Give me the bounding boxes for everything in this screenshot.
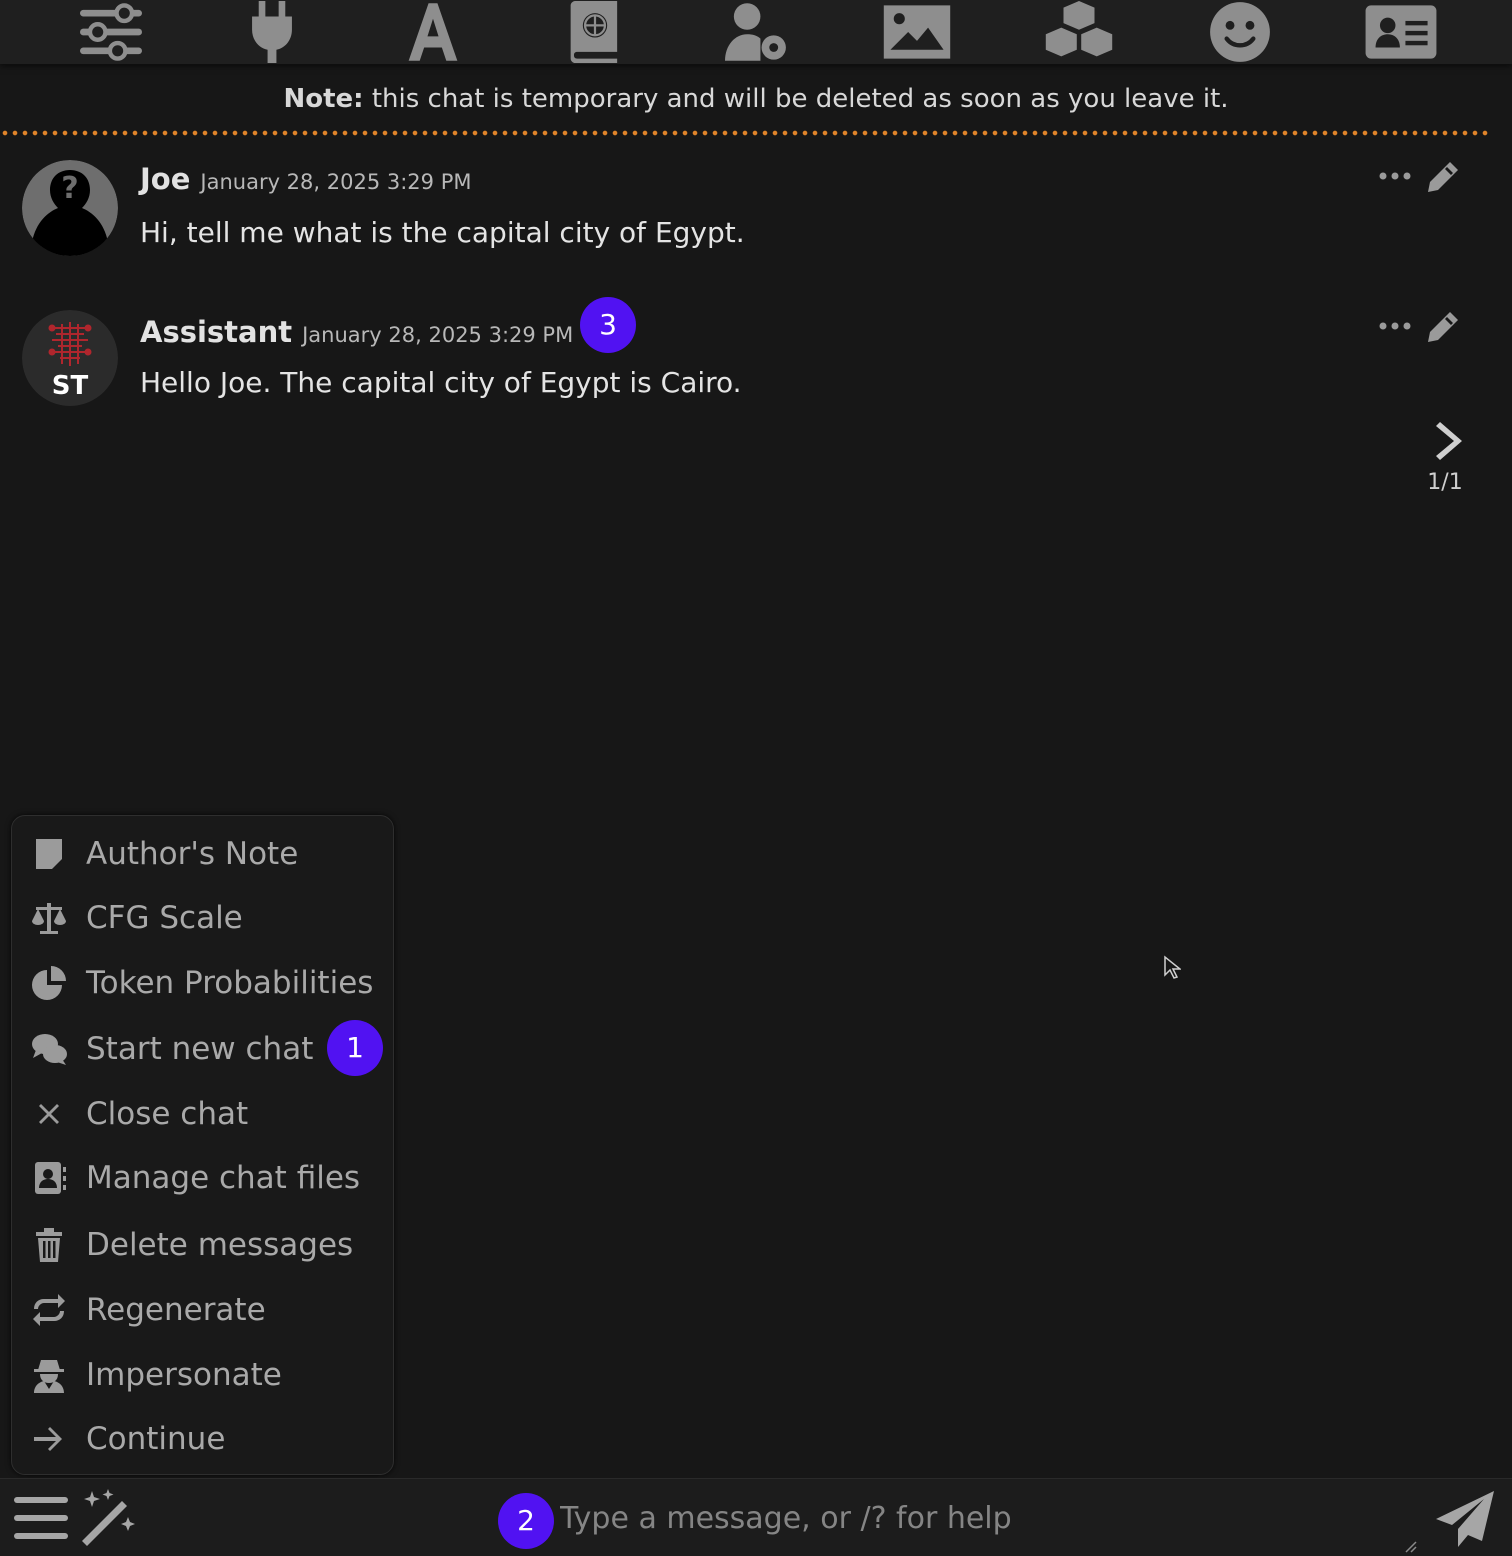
message-input[interactable]	[560, 1489, 1380, 1549]
chat-message-user: ? Joe January 28, 2025 3:29 PM Hi, tell m…	[0, 150, 1512, 280]
menu-item-label: Continue	[86, 1421, 226, 1457]
message-author: Joe January 28, 2025 3:29 PM	[140, 162, 471, 196]
menu-item-delete-messages[interactable]: Delete messages	[12, 1215, 392, 1275]
swipe-right-chevron-icon[interactable]	[1430, 420, 1468, 462]
menu-item-close-chat[interactable]: Close chat	[12, 1084, 392, 1144]
menu-item-label: Regenerate	[86, 1292, 266, 1328]
sliders-icon[interactable]	[69, 0, 153, 64]
trash-icon	[12, 1215, 86, 1275]
edit-pencil-icon[interactable]	[1426, 310, 1460, 344]
scale-balanced-icon	[12, 888, 86, 948]
assistant-avatar[interactable]: ST	[22, 310, 118, 406]
user-secret-icon	[12, 1345, 86, 1405]
note-prefix: Note:	[283, 84, 364, 114]
address-book-icon	[12, 1148, 86, 1208]
cubes-icon[interactable]	[1037, 0, 1121, 64]
image-icon[interactable]	[875, 0, 959, 64]
message-text: Hello Joe. The capital city of Egypt is …	[140, 366, 742, 399]
options-menu: Author's Note CFG Scale Token Probabilit…	[11, 815, 394, 1475]
magic-wand-icon[interactable]	[78, 1487, 140, 1549]
arrow-right-icon	[12, 1409, 86, 1469]
textarea-resize-handle[interactable]	[1404, 1539, 1418, 1553]
menu-item-regenerate[interactable]: Regenerate	[12, 1280, 392, 1340]
menu-item-label: Close chat	[86, 1096, 249, 1132]
chat-input-bar	[0, 1478, 1512, 1556]
mouse-cursor-icon	[1163, 955, 1183, 979]
book-atlas-icon[interactable]	[553, 0, 637, 64]
step-badge-1: 1	[327, 1020, 383, 1076]
menu-item-authors-note[interactable]: Author's Note	[12, 824, 392, 884]
id-card-icon[interactable]	[1359, 0, 1443, 64]
menu-item-continue[interactable]: Continue	[12, 1409, 392, 1469]
menu-item-label: Start new chat	[86, 1031, 314, 1067]
plug-icon[interactable]	[230, 0, 314, 64]
menu-item-cfg-scale[interactable]: CFG Scale	[12, 888, 392, 948]
user-gear-icon[interactable]	[714, 0, 798, 64]
note-divider	[0, 130, 1490, 136]
swipe-counter: 1/1	[1427, 470, 1463, 495]
step-badge-3: 3	[580, 297, 636, 353]
menu-item-label: Impersonate	[86, 1357, 282, 1393]
chat-message-assistant: ST AssistantJanuary 28, 2025 3:29 PM? He…	[0, 300, 1512, 430]
menu-item-manage-chat-files[interactable]: Manage chat files	[12, 1148, 392, 1208]
edit-pencil-icon[interactable]	[1426, 160, 1460, 194]
message-text: Hi, tell me what is the capital city of …	[140, 216, 745, 249]
smile-icon[interactable]	[1198, 0, 1282, 64]
temporary-chat-note: Note: this chat is temporary and will be…	[0, 66, 1512, 136]
hamburger-menu-icon[interactable]	[14, 1495, 68, 1541]
comments-icon	[12, 1019, 86, 1079]
xmark-icon	[12, 1084, 86, 1144]
menu-item-impersonate[interactable]: Impersonate	[12, 1345, 392, 1405]
menu-item-label: Delete messages	[86, 1227, 354, 1263]
more-options-icon[interactable]	[1378, 316, 1412, 336]
repeat-icon	[12, 1280, 86, 1340]
message-author-name: Joe	[140, 162, 191, 196]
top-navigation-bar	[0, 0, 1512, 64]
message-author-name: Assistant	[140, 315, 293, 349]
note-text: this chat is temporary and will be delet…	[371, 84, 1229, 114]
assistant-avatar-text: ST	[52, 371, 89, 401]
more-options-icon[interactable]	[1378, 166, 1412, 186]
message-author: AssistantJanuary 28, 2025 3:29 PM?	[140, 312, 604, 350]
user-avatar[interactable]: ?	[22, 160, 118, 256]
chart-pie-icon	[12, 953, 86, 1013]
message-timestamp: January 28, 2025 3:29 PM	[200, 170, 472, 194]
message-timestamp: January 28, 2025 3:29 PM	[302, 323, 574, 347]
menu-item-token-probabilities[interactable]: Token Probabilities	[12, 953, 392, 1013]
menu-item-label: Token Probabilities	[86, 965, 374, 1001]
menu-item-label: Author's Note	[86, 836, 299, 872]
svg-text:?: ?	[61, 171, 78, 206]
font-icon[interactable]	[391, 0, 475, 64]
sticky-note-icon	[12, 824, 86, 884]
menu-item-label: Manage chat files	[86, 1160, 361, 1196]
send-paper-plane-icon[interactable]	[1434, 1489, 1496, 1549]
menu-item-label: CFG Scale	[86, 900, 243, 936]
step-badge-2: 2	[498, 1493, 554, 1549]
